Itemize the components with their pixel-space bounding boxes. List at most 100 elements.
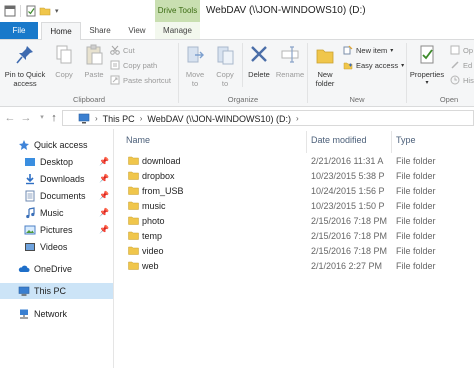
column-header-date-modified[interactable]: Date modified (311, 135, 367, 145)
nav-quick-access[interactable]: Quick access (0, 137, 113, 153)
nav-onedrive[interactable]: OneDrive (0, 261, 113, 277)
scissors-icon (110, 45, 120, 55)
cut-button[interactable]: Cut (110, 45, 135, 55)
recent-locations-dropdown-icon[interactable]: ▾ (36, 111, 48, 125)
ribbon-tab-bar: File Home Share View Manage (0, 22, 474, 41)
copy-to-label-1: Copy (216, 70, 234, 79)
properties-button[interactable]: Properties ▾ (409, 44, 445, 88)
file-row[interactable]: temp 2/15/2016 7:18 PM File folder (114, 229, 474, 244)
back-arrow-icon[interactable]: ← (4, 111, 16, 125)
forward-arrow-icon[interactable]: → (20, 111, 32, 125)
nav-quick-access-label: Quick access (34, 140, 88, 150)
new-folder-icon[interactable] (39, 5, 51, 17)
file-row[interactable]: dropbox 10/23/2015 5:38 P File folder (114, 169, 474, 184)
easy-access-button[interactable]: Easy access ▾ (343, 60, 404, 70)
tab-file[interactable]: File (0, 22, 38, 39)
paste-shortcut-label: Paste shortcut (123, 75, 171, 85)
file-row[interactable]: download 2/21/2016 11:31 A File folder (114, 154, 474, 169)
nav-pictures[interactable]: Pictures 📌 (0, 222, 113, 238)
new-folder-button[interactable]: New folder (310, 44, 340, 88)
breadcrumb-this-pc[interactable]: This PC (103, 114, 135, 124)
rename-label: Rename (275, 70, 305, 79)
address-row: ← → ▾ ↑ › This PC › WebDAV (\\JON-WINDOW… (0, 108, 474, 128)
file-row[interactable]: photo 2/15/2016 7:18 PM File folder (114, 214, 474, 229)
clipboard-group-label: Clipboard (72, 95, 106, 104)
customize-toolbar-icon[interactable]: ▾ (55, 7, 59, 15)
pin-icon: 📌 (99, 225, 109, 234)
cloud-icon (18, 265, 30, 272)
paste-shortcut-icon (110, 75, 120, 85)
file-name: download (142, 156, 181, 166)
computer-icon (18, 286, 30, 296)
nav-desktop[interactable]: Desktop 📌 (0, 154, 113, 170)
tab-share[interactable]: Share (82, 22, 118, 39)
move-to-button[interactable]: Move to (181, 44, 209, 88)
new-group-label: New (349, 95, 365, 104)
nav-onedrive-label: OneDrive (34, 264, 73, 274)
file-name: music (142, 201, 166, 211)
paste-shortcut-button[interactable]: Paste shortcut (110, 75, 171, 85)
properties-dropdown-icon: ▾ (425, 80, 429, 86)
easy-access-dropdown-icon: ▾ (401, 62, 405, 69)
file-row[interactable]: web 2/1/2016 2:27 PM File folder (114, 259, 474, 274)
new-item-button[interactable]: New item ▾ (343, 45, 393, 55)
desktop-icon (25, 158, 35, 166)
open-button[interactable]: Op (450, 45, 473, 55)
paste-button[interactable]: Paste (80, 44, 108, 79)
nav-desktop-label: Desktop (40, 157, 74, 167)
nav-network[interactable]: Network (0, 306, 113, 322)
nav-downloads[interactable]: Downloads 📌 (0, 171, 113, 187)
file-type: File folder (396, 246, 436, 256)
properties-icon[interactable] (25, 5, 37, 17)
copy-to-label-2: to (221, 79, 229, 88)
breadcrumb-webdav-drive[interactable]: WebDAV (\\JON-WINDOWS10) (D:) (147, 114, 291, 124)
rename-button[interactable]: Rename (275, 44, 305, 79)
file-name: dropbox (142, 171, 175, 181)
copy-button[interactable]: Copy (51, 44, 77, 79)
organize-group-label: Organize (227, 95, 259, 104)
copy-icon (56, 45, 72, 64)
file-type: File folder (396, 231, 436, 241)
copy-path-button[interactable]: Copy path (110, 60, 157, 70)
file-row[interactable]: video 2/15/2016 7:18 PM File folder (114, 244, 474, 259)
file-type: File folder (396, 156, 436, 166)
folder-icon (128, 156, 139, 165)
pin-icon: 📌 (99, 174, 109, 183)
folder-icon (128, 216, 139, 225)
copy-label: Copy (55, 70, 73, 79)
nav-documents[interactable]: Documents 📌 (0, 188, 113, 204)
open-group-label: Open (439, 95, 459, 104)
delete-button[interactable]: Delete (245, 44, 273, 79)
video-icon (25, 243, 35, 251)
file-row[interactable]: from_USB 10/24/2015 1:56 P File folder (114, 184, 474, 199)
nav-this-pc[interactable]: This PC (0, 283, 113, 299)
history-button[interactable]: Hist (450, 75, 474, 85)
picture-icon (24, 225, 36, 235)
easy-access-label: Easy access (356, 60, 399, 70)
delete-x-icon (251, 46, 267, 62)
breadcrumb: › This PC › WebDAV (\\JON-WINDOWS10) (D:… (78, 113, 299, 124)
folder-icon (128, 171, 139, 180)
column-header-name[interactable]: Name (126, 135, 150, 145)
cut-label: Cut (123, 45, 135, 55)
nav-videos[interactable]: Videos (0, 239, 113, 255)
file-date-modified: 10/24/2015 1:56 P (311, 186, 385, 196)
folder-icon (128, 231, 139, 240)
tab-manage[interactable]: Manage (155, 22, 200, 39)
pin-to-quick-access-button[interactable]: Pin to Quick access (3, 44, 47, 88)
new-item-label: New item (356, 45, 388, 55)
nav-music[interactable]: Music 📌 (0, 205, 113, 221)
delete-label: Delete (248, 70, 270, 79)
nav-this-pc-label: This PC (34, 286, 67, 296)
up-arrow-icon[interactable]: ↑ (48, 111, 60, 125)
copy-to-button[interactable]: Copy to (211, 44, 239, 88)
history-label: Hist (463, 75, 474, 85)
drive-tools-context-tab: Drive Tools (155, 0, 200, 22)
tab-view[interactable]: View (120, 22, 154, 39)
tab-home[interactable]: Home (41, 22, 81, 41)
column-header-type[interactable]: Type (396, 135, 416, 145)
file-row[interactable]: music 10/23/2015 1:50 P File folder (114, 199, 474, 214)
pin-label-line-2: access (13, 79, 37, 88)
nav-music-label: Music (40, 208, 64, 218)
edit-button[interactable]: Ed (450, 60, 472, 70)
